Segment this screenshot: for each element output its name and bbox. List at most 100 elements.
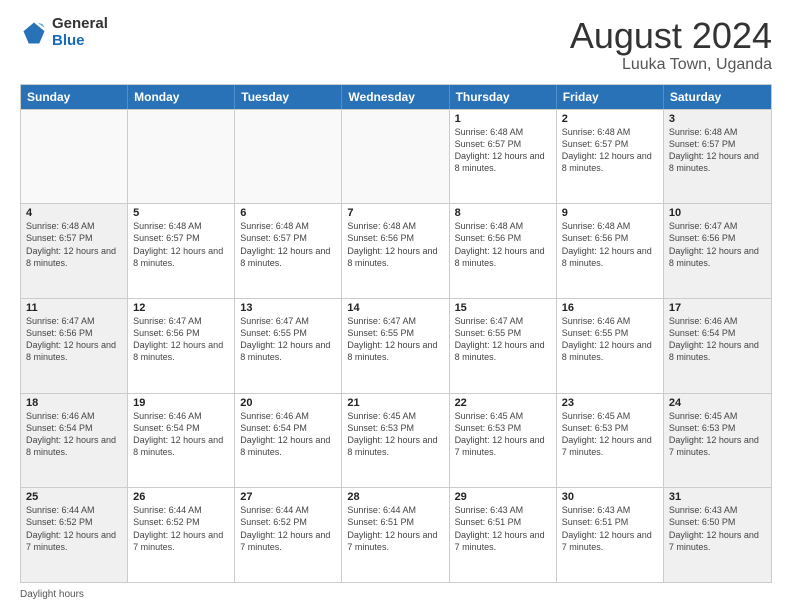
day-number: 13	[240, 302, 336, 314]
day-cell-9: 9Sunrise: 6:48 AM Sunset: 6:56 PM Daylig…	[557, 204, 664, 298]
day-cell-27: 27Sunrise: 6:44 AM Sunset: 6:52 PM Dayli…	[235, 488, 342, 582]
day-info: Sunrise: 6:44 AM Sunset: 6:52 PM Dayligh…	[133, 504, 229, 553]
day-cell-16: 16Sunrise: 6:46 AM Sunset: 6:55 PM Dayli…	[557, 299, 664, 393]
day-header-tuesday: Tuesday	[235, 85, 342, 109]
calendar-body: 1 Sunrise: 6:48 AM Sunset: 6:57 PM Daylig…	[21, 109, 771, 582]
day-cell-28: 28Sunrise: 6:44 AM Sunset: 6:51 PM Dayli…	[342, 488, 449, 582]
day-cell-17: 17Sunrise: 6:46 AM Sunset: 6:54 PM Dayli…	[664, 299, 771, 393]
day-number: 14	[347, 302, 443, 314]
day-info: Sunrise: 6:45 AM Sunset: 6:53 PM Dayligh…	[347, 410, 443, 459]
day-number: 2	[562, 113, 658, 125]
day-cell-26: 26Sunrise: 6:44 AM Sunset: 6:52 PM Dayli…	[128, 488, 235, 582]
empty-cell	[128, 110, 235, 204]
sub-title: Luuka Town, Uganda	[570, 56, 772, 74]
day-number: 31	[669, 491, 766, 503]
day-info: Sunrise: 6:47 AM Sunset: 6:55 PM Dayligh…	[347, 315, 443, 364]
header: General Blue August 2024 Luuka Town, Uga…	[20, 16, 772, 74]
day-number: 23	[562, 397, 658, 409]
day-cell-11: 11Sunrise: 6:47 AM Sunset: 6:56 PM Dayli…	[21, 299, 128, 393]
day-info: Sunrise: 6:44 AM Sunset: 6:51 PM Dayligh…	[347, 504, 443, 553]
day-number: 19	[133, 397, 229, 409]
day-number: 11	[26, 302, 122, 314]
day-number: 10	[669, 207, 766, 219]
day-number: 7	[347, 207, 443, 219]
day-cell-21: 21Sunrise: 6:45 AM Sunset: 6:53 PM Dayli…	[342, 394, 449, 488]
day-header-monday: Monday	[128, 85, 235, 109]
week-row-3: 18Sunrise: 6:46 AM Sunset: 6:54 PM Dayli…	[21, 393, 771, 488]
day-cell-31: 31Sunrise: 6:43 AM Sunset: 6:50 PM Dayli…	[664, 488, 771, 582]
day-info: Sunrise: 6:46 AM Sunset: 6:54 PM Dayligh…	[133, 410, 229, 459]
day-number: 17	[669, 302, 766, 314]
day-cell-14: 14Sunrise: 6:47 AM Sunset: 6:55 PM Dayli…	[342, 299, 449, 393]
day-info: Sunrise: 6:47 AM Sunset: 6:55 PM Dayligh…	[240, 315, 336, 364]
day-number: 4	[26, 207, 122, 219]
day-number: 12	[133, 302, 229, 314]
day-cell-23: 23Sunrise: 6:45 AM Sunset: 6:53 PM Dayli…	[557, 394, 664, 488]
day-info: Sunrise: 6:45 AM Sunset: 6:53 PM Dayligh…	[562, 410, 658, 459]
day-cell-13: 13Sunrise: 6:47 AM Sunset: 6:55 PM Dayli…	[235, 299, 342, 393]
day-cell-15: 15Sunrise: 6:47 AM Sunset: 6:55 PM Dayli…	[450, 299, 557, 393]
calendar: SundayMondayTuesdayWednesdayThursdayFrid…	[20, 84, 772, 583]
day-cell-24: 24Sunrise: 6:45 AM Sunset: 6:53 PM Dayli…	[664, 394, 771, 488]
day-number: 29	[455, 491, 551, 503]
day-info: Sunrise: 6:47 AM Sunset: 6:56 PM Dayligh…	[133, 315, 229, 364]
empty-cell	[235, 110, 342, 204]
calendar-header-row: SundayMondayTuesdayWednesdayThursdayFrid…	[21, 85, 771, 109]
day-number: 25	[26, 491, 122, 503]
logo-general: General	[52, 16, 108, 33]
day-info: Sunrise: 6:48 AM Sunset: 6:56 PM Dayligh…	[455, 220, 551, 269]
day-header-saturday: Saturday	[664, 85, 771, 109]
day-info: Sunrise: 6:45 AM Sunset: 6:53 PM Dayligh…	[669, 410, 766, 459]
day-number: 24	[669, 397, 766, 409]
day-number: 26	[133, 491, 229, 503]
day-cell-29: 29Sunrise: 6:43 AM Sunset: 6:51 PM Dayli…	[450, 488, 557, 582]
day-number: 27	[240, 491, 336, 503]
day-number: 6	[240, 207, 336, 219]
day-info: Sunrise: 6:44 AM Sunset: 6:52 PM Dayligh…	[26, 504, 122, 553]
day-cell-30: 30Sunrise: 6:43 AM Sunset: 6:51 PM Dayli…	[557, 488, 664, 582]
day-info: Sunrise: 6:43 AM Sunset: 6:51 PM Dayligh…	[455, 504, 551, 553]
logo: General Blue	[20, 16, 108, 49]
day-number: 1	[455, 113, 551, 125]
day-cell-8: 8Sunrise: 6:48 AM Sunset: 6:56 PM Daylig…	[450, 204, 557, 298]
day-info: Sunrise: 6:46 AM Sunset: 6:55 PM Dayligh…	[562, 315, 658, 364]
day-header-thursday: Thursday	[450, 85, 557, 109]
day-header-wednesday: Wednesday	[342, 85, 449, 109]
day-info: Sunrise: 6:48 AM Sunset: 6:56 PM Dayligh…	[562, 220, 658, 269]
day-cell-2: 2Sunrise: 6:48 AM Sunset: 6:57 PM Daylig…	[557, 110, 664, 204]
logo-blue: Blue	[52, 33, 108, 50]
day-cell-6: 6Sunrise: 6:48 AM Sunset: 6:57 PM Daylig…	[235, 204, 342, 298]
day-cell-5: 5Sunrise: 6:48 AM Sunset: 6:57 PM Daylig…	[128, 204, 235, 298]
day-info: Sunrise: 6:48 AM Sunset: 6:57 PM Dayligh…	[562, 126, 658, 175]
day-info: Sunrise: 6:48 AM Sunset: 6:57 PM Dayligh…	[669, 126, 766, 175]
day-number: 16	[562, 302, 658, 314]
day-number: 5	[133, 207, 229, 219]
day-info: Sunrise: 6:46 AM Sunset: 6:54 PM Dayligh…	[240, 410, 336, 459]
page: General Blue August 2024 Luuka Town, Uga…	[0, 0, 792, 612]
day-info: Sunrise: 6:46 AM Sunset: 6:54 PM Dayligh…	[669, 315, 766, 364]
day-cell-25: 25Sunrise: 6:44 AM Sunset: 6:52 PM Dayli…	[21, 488, 128, 582]
day-info: Sunrise: 6:47 AM Sunset: 6:56 PM Dayligh…	[669, 220, 766, 269]
day-number: 20	[240, 397, 336, 409]
day-number: 30	[562, 491, 658, 503]
day-number: 21	[347, 397, 443, 409]
logo-icon	[20, 19, 48, 47]
day-number: 3	[669, 113, 766, 125]
empty-cell	[21, 110, 128, 204]
footer-label: Daylight hours	[20, 589, 84, 600]
day-number: 8	[455, 207, 551, 219]
main-title: August 2024	[570, 16, 772, 56]
empty-cell	[342, 110, 449, 204]
day-info: Sunrise: 6:48 AM Sunset: 6:56 PM Dayligh…	[347, 220, 443, 269]
day-cell-7: 7Sunrise: 6:48 AM Sunset: 6:56 PM Daylig…	[342, 204, 449, 298]
day-info: Sunrise: 6:44 AM Sunset: 6:52 PM Dayligh…	[240, 504, 336, 553]
day-number: 22	[455, 397, 551, 409]
day-number: 15	[455, 302, 551, 314]
week-row-1: 4 Sunrise: 6:48 AM Sunset: 6:57 PM Daylig…	[21, 203, 771, 298]
footer: Daylight hours	[20, 589, 772, 600]
day-cell-20: 20Sunrise: 6:46 AM Sunset: 6:54 PM Dayli…	[235, 394, 342, 488]
day-info: Sunrise: 6:48 AM Sunset: 6:57 PM Dayligh…	[133, 220, 229, 269]
day-info: Sunrise: 6:47 AM Sunset: 6:56 PM Dayligh…	[26, 315, 122, 364]
day-cell-18: 18Sunrise: 6:46 AM Sunset: 6:54 PM Dayli…	[21, 394, 128, 488]
logo-text: General Blue	[52, 16, 108, 49]
